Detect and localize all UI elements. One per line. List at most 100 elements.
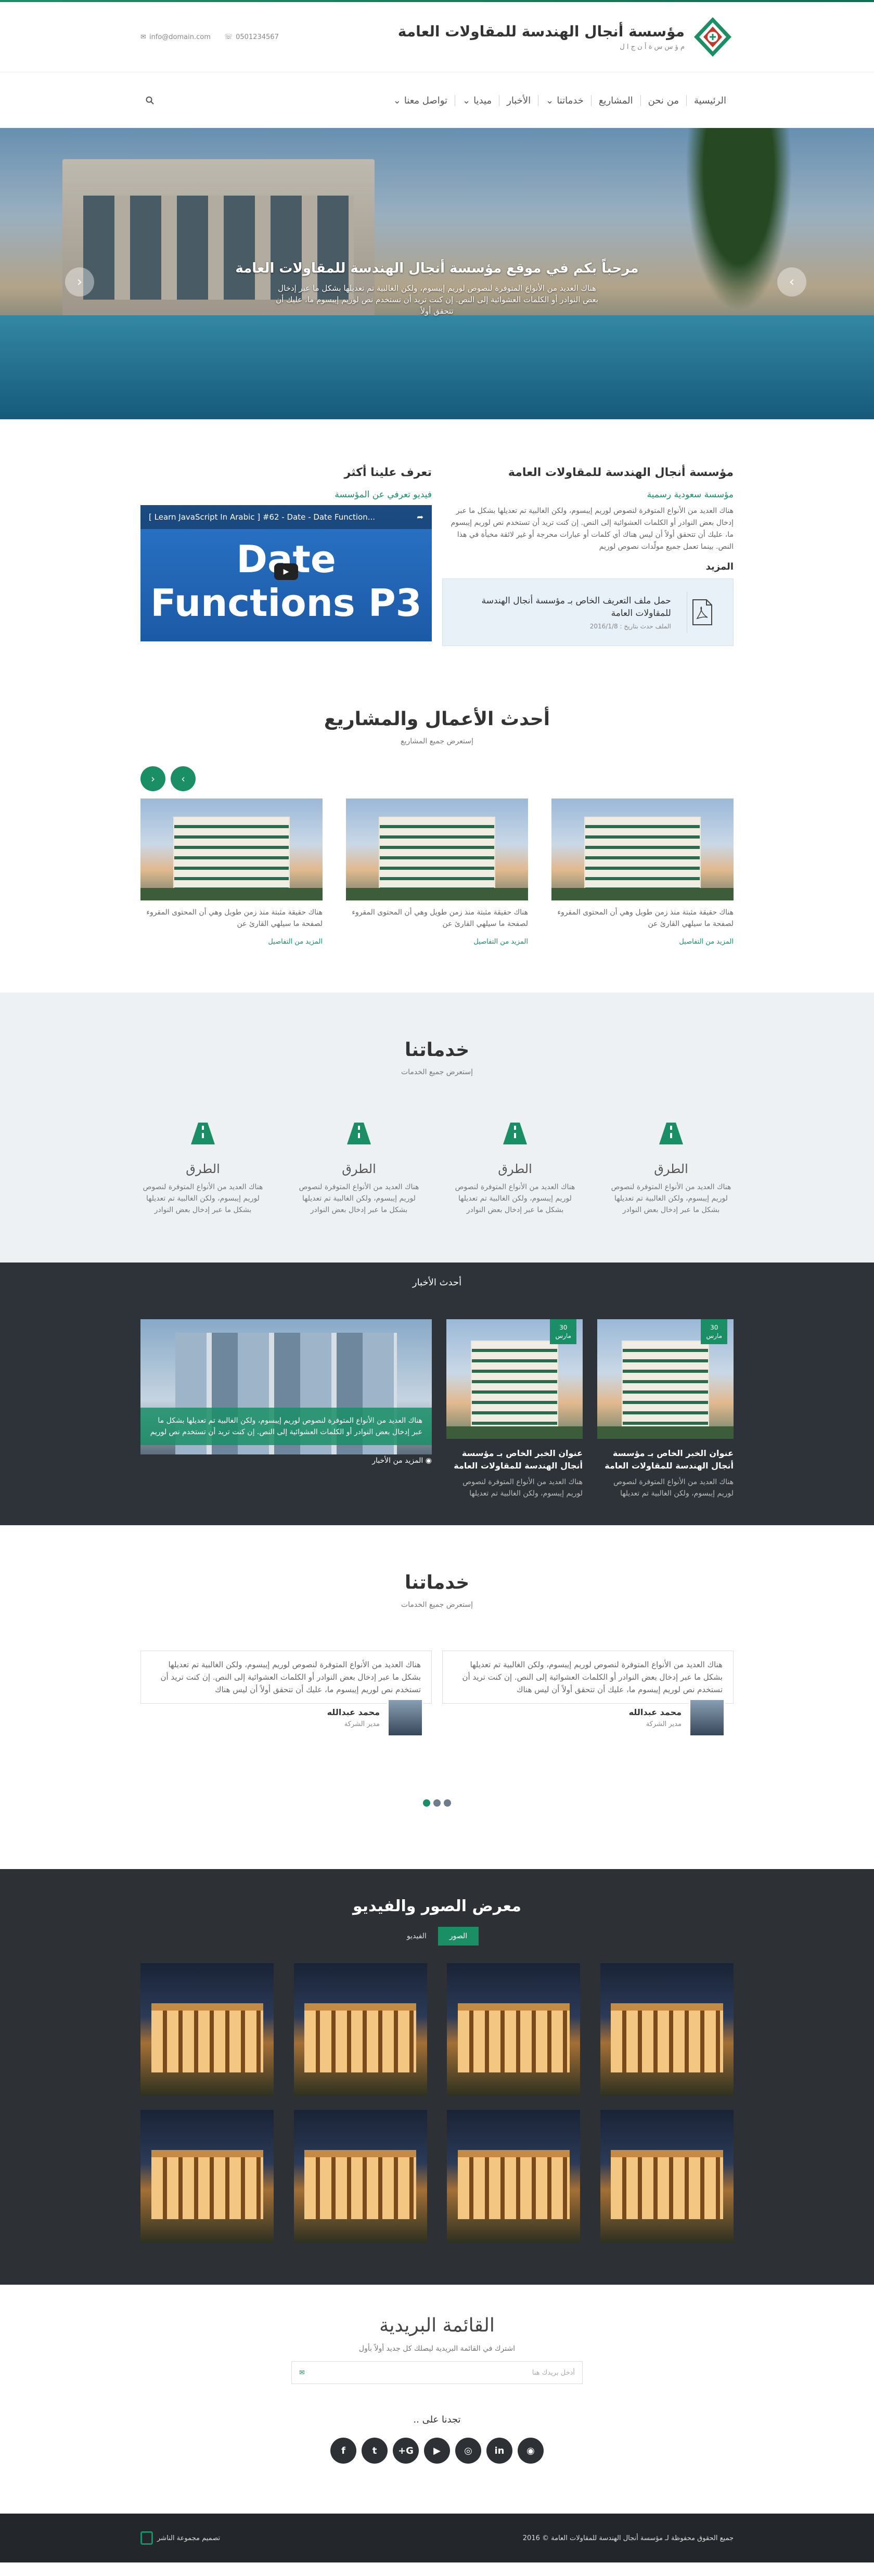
hero-slider: مرحباً بكم في موقع مؤسسة أنجال الهندسة ل… <box>0 128 874 419</box>
more-news-link[interactable]: ◉ المزيد من الأخبار <box>140 1457 432 1465</box>
video-title: [ Learn JavaScript In Arabic ] #62 - Dat… <box>149 512 376 522</box>
brand[interactable]: مؤسسة أنجال الهندسة للمقاولات العامة م ؤ… <box>398 16 734 58</box>
gallery-image[interactable] <box>293 1963 427 2096</box>
projects-title: أحدث الأعمال والمشاريع <box>324 709 550 730</box>
news-date-badge: 30 مارس <box>701 1319 727 1344</box>
chevron-down-icon: ⌄ <box>546 95 554 106</box>
gallery-image[interactable] <box>447 2110 581 2243</box>
service-card[interactable]: الطرق هناك العديد من الأنواع المتوفرة لن… <box>453 1118 577 1216</box>
news-title: أحدث الأخبار <box>412 1277 462 1288</box>
featured-news[interactable]: هناك العديد من الأنواع المتوفرة لنصوص لو… <box>140 1319 432 1499</box>
service-card[interactable]: الطرق هناك العديد من الأنواع المتوفرة لن… <box>297 1118 421 1216</box>
google-plus-icon[interactable]: G+ <box>393 2438 419 2464</box>
service-card[interactable]: الطرق هناك العديد من الأنواع المتوفرة لن… <box>140 1118 265 1216</box>
gallery-image[interactable] <box>140 2110 274 2243</box>
youtube-icon[interactable]: ▶ <box>424 2438 450 2464</box>
all-services-link[interactable]: إستعرض جميع الخدمات <box>140 1068 734 1076</box>
search-button[interactable] <box>140 91 159 110</box>
tab-photos[interactable]: الصور <box>438 1927 479 1946</box>
tab-videos[interactable]: الفيديو <box>395 1927 438 1946</box>
news-card[interactable]: 30 مارس عنوان الخبر الخاص بـ مؤسسة أنجال … <box>446 1319 583 1499</box>
nav-item-news[interactable]: الأخبار <box>499 95 538 106</box>
testimonial-card: هناك العديد من الأنواع المتوفرة لنصوص لو… <box>140 1651 432 1737</box>
project-details-link[interactable]: المزيد من التفاصيل <box>473 938 528 946</box>
facebook-icon[interactable]: f <box>330 2438 356 2464</box>
slider-prev-button[interactable]: › <box>777 267 806 297</box>
profile-download[interactable]: حمل ملف التعريف الخاص بـ مؤسسة أنجال اله… <box>442 578 734 646</box>
about-title: مؤسسة أنجال الهندسة للمقاولات العامة <box>508 466 734 479</box>
linkedin-icon[interactable]: in <box>486 2438 512 2464</box>
gallery-title: معرض الصور والفيديو <box>352 1897 522 1915</box>
pager-dot[interactable] <box>444 1799 451 1807</box>
testimonial-name: محمد عبدالله <box>628 1707 682 1717</box>
main-nav: الرئيسية من نحن المشاريع خدماتنا ⌄ الأخبا… <box>0 72 874 128</box>
road-icon <box>609 1118 734 1149</box>
road-icon <box>140 1118 265 1149</box>
nav-item-home[interactable]: الرئيسية <box>686 95 734 106</box>
news-image: 30 مارس <box>446 1319 583 1439</box>
projects-section: أحدث الأعمال والمشاريع إستعرض جميع المشا… <box>0 667 874 972</box>
nav-item-media[interactable]: ميديا ⌄ <box>455 95 499 106</box>
testimonial-pager <box>140 1799 734 1807</box>
site-logo[interactable] <box>692 16 734 58</box>
project-details-link[interactable]: المزيد من التفاصيل <box>679 938 734 946</box>
rss-icon[interactable]: ◉ <box>518 2438 544 2464</box>
nav-item-services[interactable]: خدماتنا ⌄ <box>538 95 591 106</box>
projects-prev-button[interactable]: ‹ <box>140 766 165 791</box>
gallery-image[interactable] <box>293 2110 427 2243</box>
share-icon[interactable]: ➦ <box>417 512 423 522</box>
pager-dot[interactable] <box>433 1799 441 1807</box>
slider-next-button[interactable]: ‹ <box>65 267 94 297</box>
pdf-file-icon <box>686 591 717 633</box>
gallery-image[interactable] <box>447 1963 581 2096</box>
gallery-image[interactable] <box>140 1963 274 2096</box>
project-card[interactable]: هناك حقيقة مثبتة منذ زمن طويل وهي أن الم… <box>140 798 323 946</box>
mail-icon[interactable]: ✉ <box>299 2369 305 2377</box>
services-title: خدماتنا <box>404 1039 470 1061</box>
phone-contact[interactable]: ☏ 0501234567 <box>224 33 279 41</box>
nav-item-about[interactable]: من نحن <box>640 95 686 106</box>
instagram-icon[interactable]: ◎ <box>455 2438 481 2464</box>
phone-icon: ☏ <box>224 33 233 41</box>
gallery-image[interactable] <box>600 1963 734 2096</box>
gallery-image[interactable] <box>600 2110 734 2243</box>
pager-dot-active[interactable] <box>423 1799 430 1807</box>
twitter-icon[interactable]: t <box>362 2438 388 2464</box>
projects-next-button[interactable]: › <box>171 766 196 791</box>
nav-item-contact[interactable]: تواصل معنا ⌄ <box>386 95 455 106</box>
developer-logo <box>140 2531 153 2545</box>
gallery-section: معرض الصور والفيديو الصور الفيديو <box>0 1869 874 2285</box>
testimonial-role: مدير الشركة <box>344 1720 380 1728</box>
site-footer: جميع الحقوق محفوظة لـ مؤسسة أنجال الهندس… <box>0 2514 874 2562</box>
project-image <box>551 798 734 900</box>
testimonials-all-link[interactable]: إستعرض جميع الخدمات <box>140 1601 734 1609</box>
follow-us-label: تجدنا على .. <box>413 2414 461 2425</box>
service-card[interactable]: الطرق هناك العديد من الأنواع المتوفرة لن… <box>609 1118 734 1216</box>
chevron-right-icon: › <box>789 274 795 290</box>
play-icon[interactable]: ▶ <box>274 563 298 580</box>
know-us-subtitle: فيديو تعرفي عن المؤسسة <box>335 490 432 500</box>
about-more-link[interactable]: المزيد <box>706 561 734 572</box>
about-text: هناك العديد من الأنواع المتوفرة لنصوص لو… <box>451 507 734 551</box>
testimonial-name: محمد عبدالله <box>327 1707 380 1717</box>
news-section: أحدث الأخبار 30 مارس عنوان الخبر الخاص بـ… <box>0 1263 874 1525</box>
testimonial-role: مدير الشركة <box>646 1720 682 1728</box>
project-details-link[interactable]: المزيد من التفاصيل <box>268 938 323 946</box>
featured-news-text: هناك العديد من الأنواع المتوفرة لنصوص لو… <box>140 1408 432 1445</box>
header-contact: ✉ info@domain.com ☏ 0501234567 <box>140 33 279 41</box>
all-projects-link[interactable]: إستعرض جميع المشاريع <box>140 737 734 745</box>
news-card[interactable]: 30 مارس عنوان الخبر الخاص بـ مؤسسة أنجال … <box>597 1319 734 1499</box>
project-card[interactable]: هناك حقيقة مثبتة منذ زمن طويل وهي أن الم… <box>346 798 528 946</box>
project-card[interactable]: هناك حقيقة مثبتة منذ زمن طويل وهي أن الم… <box>551 798 734 946</box>
email-contact[interactable]: ✉ info@domain.com <box>140 33 211 41</box>
nav-item-projects[interactable]: المشاريع <box>590 95 640 106</box>
chevron-down-icon: ⌄ <box>393 95 401 106</box>
know-us-title: تعرف علينا أكثر <box>344 466 432 479</box>
newsletter-title: القائمة البريدية <box>379 2315 495 2336</box>
newsletter-email-field[interactable]: أدخل بريدك هنا ✉ <box>291 2361 583 2384</box>
search-icon <box>146 96 154 105</box>
developer-credit[interactable]: تصميم مجموعة الناشر <box>140 2531 220 2545</box>
hero-title: مرحباً بكم في موقع مؤسسة أنجال الهندسة ل… <box>235 261 639 276</box>
intro-video[interactable]: [ Learn JavaScript In Arabic ] #62 - Dat… <box>140 505 432 641</box>
social-links: ◉ in ◎ ▶ G+ t f <box>0 2438 874 2464</box>
